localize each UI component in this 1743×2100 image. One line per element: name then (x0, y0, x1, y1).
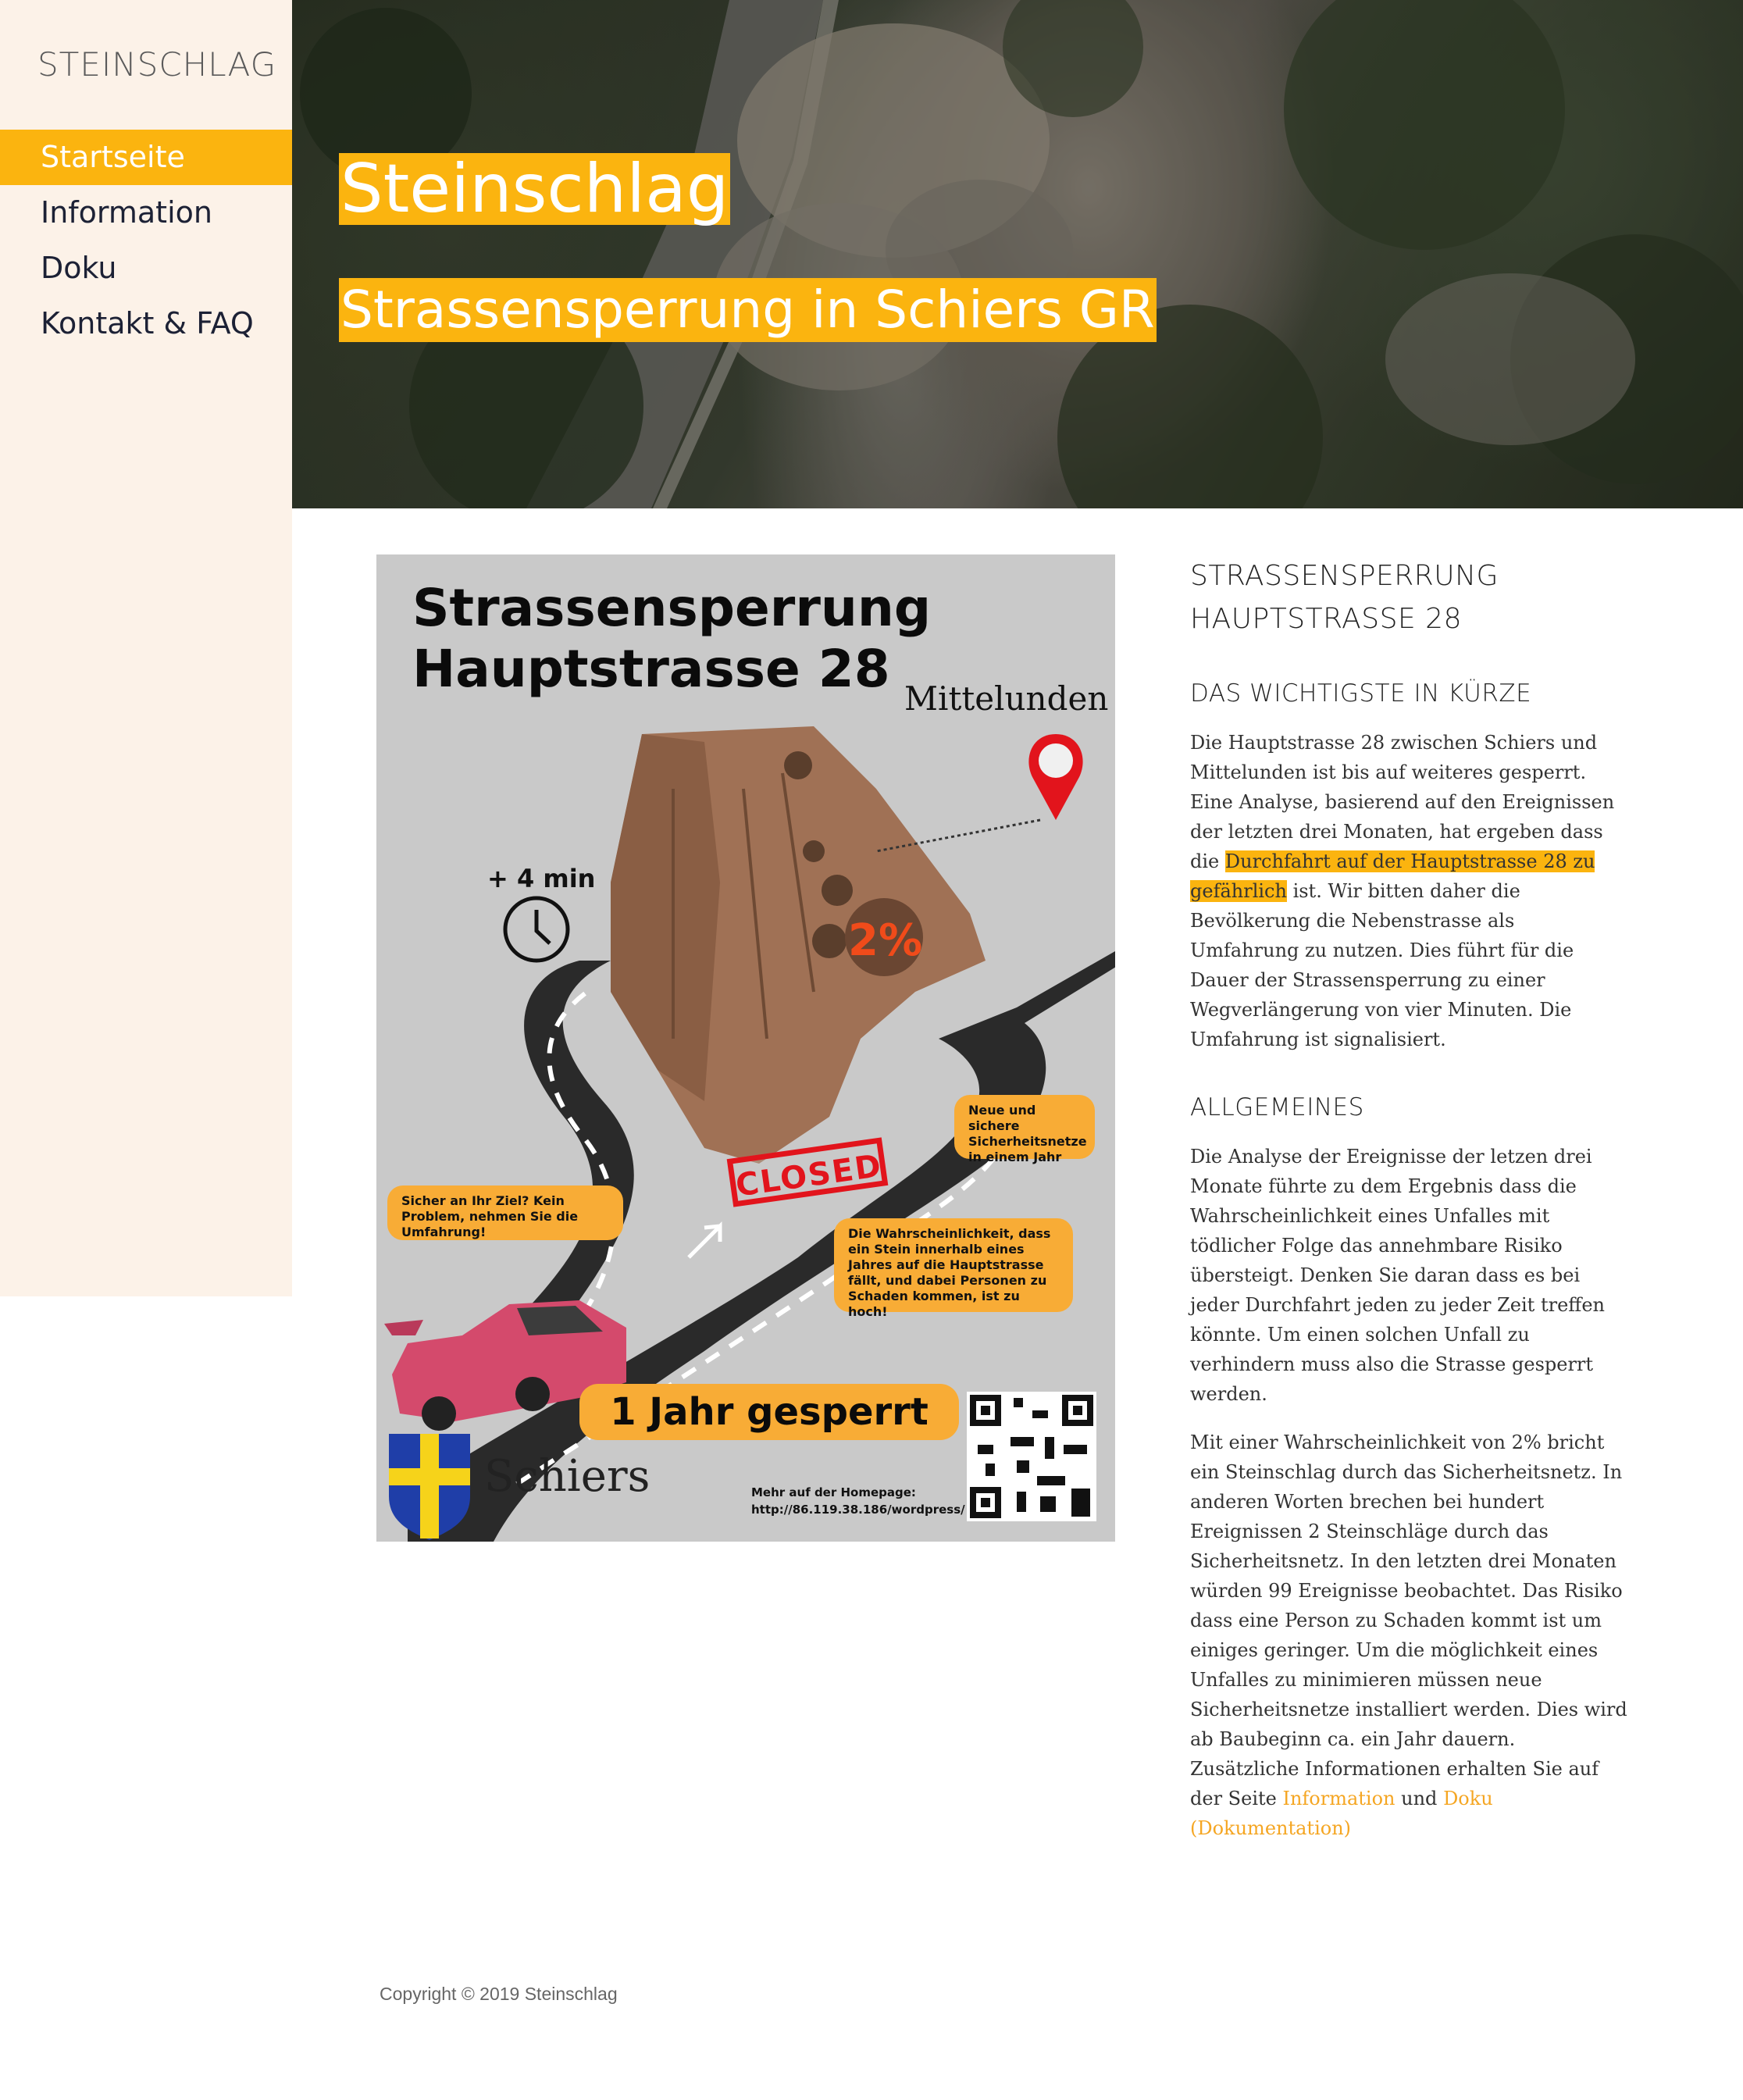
nav-item-startseite[interactable]: Startseite (0, 130, 292, 185)
poster-percent-label: 2% (848, 915, 923, 966)
section-general-title: ALLGEMEINES (1190, 1093, 1364, 1121)
hero-banner: Steinschlag Strassensperrung in Schiers … (292, 0, 1743, 508)
footer-copyright: Copyright © 2019 Steinschlag (380, 1984, 618, 2004)
hero-subtitle: Strassensperrung in Schiers GR (339, 278, 1157, 342)
summary-text-after: ist. Wir bitten daher die Bevölkerung di… (1190, 880, 1574, 1050)
poster-homepage-line2: http://86.119.38.186/wordpress/ (751, 1503, 965, 1517)
content-heading-line1: STRASSENSPERRUNG (1190, 560, 1499, 592)
poster-homepage-line1: Mehr auf der Homepage: (751, 1485, 916, 1499)
poster-bubble-probability: Die Wahrscheinlichkeit, dass ein Stein i… (834, 1218, 1073, 1319)
nav-item-doku[interactable]: Doku (0, 241, 292, 296)
link-information[interactable]: Information (1282, 1788, 1395, 1809)
link-separator: und (1395, 1788, 1444, 1809)
road-closure-poster: Strassensperrung Hauptstrasse 28 Mittelu… (376, 554, 1115, 1542)
poster-bubble-detour: Sicher an Ihr Ziel? Kein Problem, nehmen… (387, 1185, 623, 1240)
poster-banner: 1 Jahr gesperrt (579, 1384, 959, 1440)
poster-town-label: Mittelunden (904, 679, 1109, 718)
main-content: STRASSENSPERRUNG HAUPTSTRASSE 28 DAS WIC… (1190, 554, 1627, 1843)
poster-time-label: + 4 min (487, 864, 596, 893)
sidebar: STEINSCHLAG Startseite Information Doku … (0, 0, 292, 1296)
nav-item-information[interactable]: Information (0, 185, 292, 241)
section-summary-text: Die Hauptstrasse 28 zwischen Schiers und… (1190, 728, 1627, 1054)
main-nav: Startseite Information Doku Kontakt & FA… (0, 130, 292, 351)
hero-title: Steinschlag (339, 150, 731, 228)
section-general-para2: Mit einer Wahrscheinlichkeit von 2% bric… (1190, 1428, 1627, 1843)
content-heading-line2: HAUPTSTRASSE 28 (1190, 603, 1462, 635)
general-para2-text: Mit einer Wahrscheinlichkeit von 2% bric… (1190, 1431, 1627, 1809)
site-title[interactable]: STEINSCHLAG (37, 45, 276, 84)
section-general-para1: Die Analyse der Ereignisse der letzen dr… (1190, 1146, 1605, 1405)
hero-overlay (292, 0, 1743, 508)
poster-bubble-nets: Neue und sichere Sicherheitsnetze in ein… (954, 1095, 1095, 1164)
section-summary-title: DAS WICHTIGSTE IN KÜRZE (1190, 679, 1532, 708)
nav-item-kontakt-faq[interactable]: Kontakt & FAQ (0, 296, 292, 351)
poster-municipality: Schiers (484, 1451, 651, 1502)
poster-title-line1: Strassensperrung (412, 578, 932, 638)
content-heading: STRASSENSPERRUNG HAUPTSTRASSE 28 (1190, 554, 1627, 640)
poster-title-line2: Hauptstrasse 28 (412, 639, 890, 699)
